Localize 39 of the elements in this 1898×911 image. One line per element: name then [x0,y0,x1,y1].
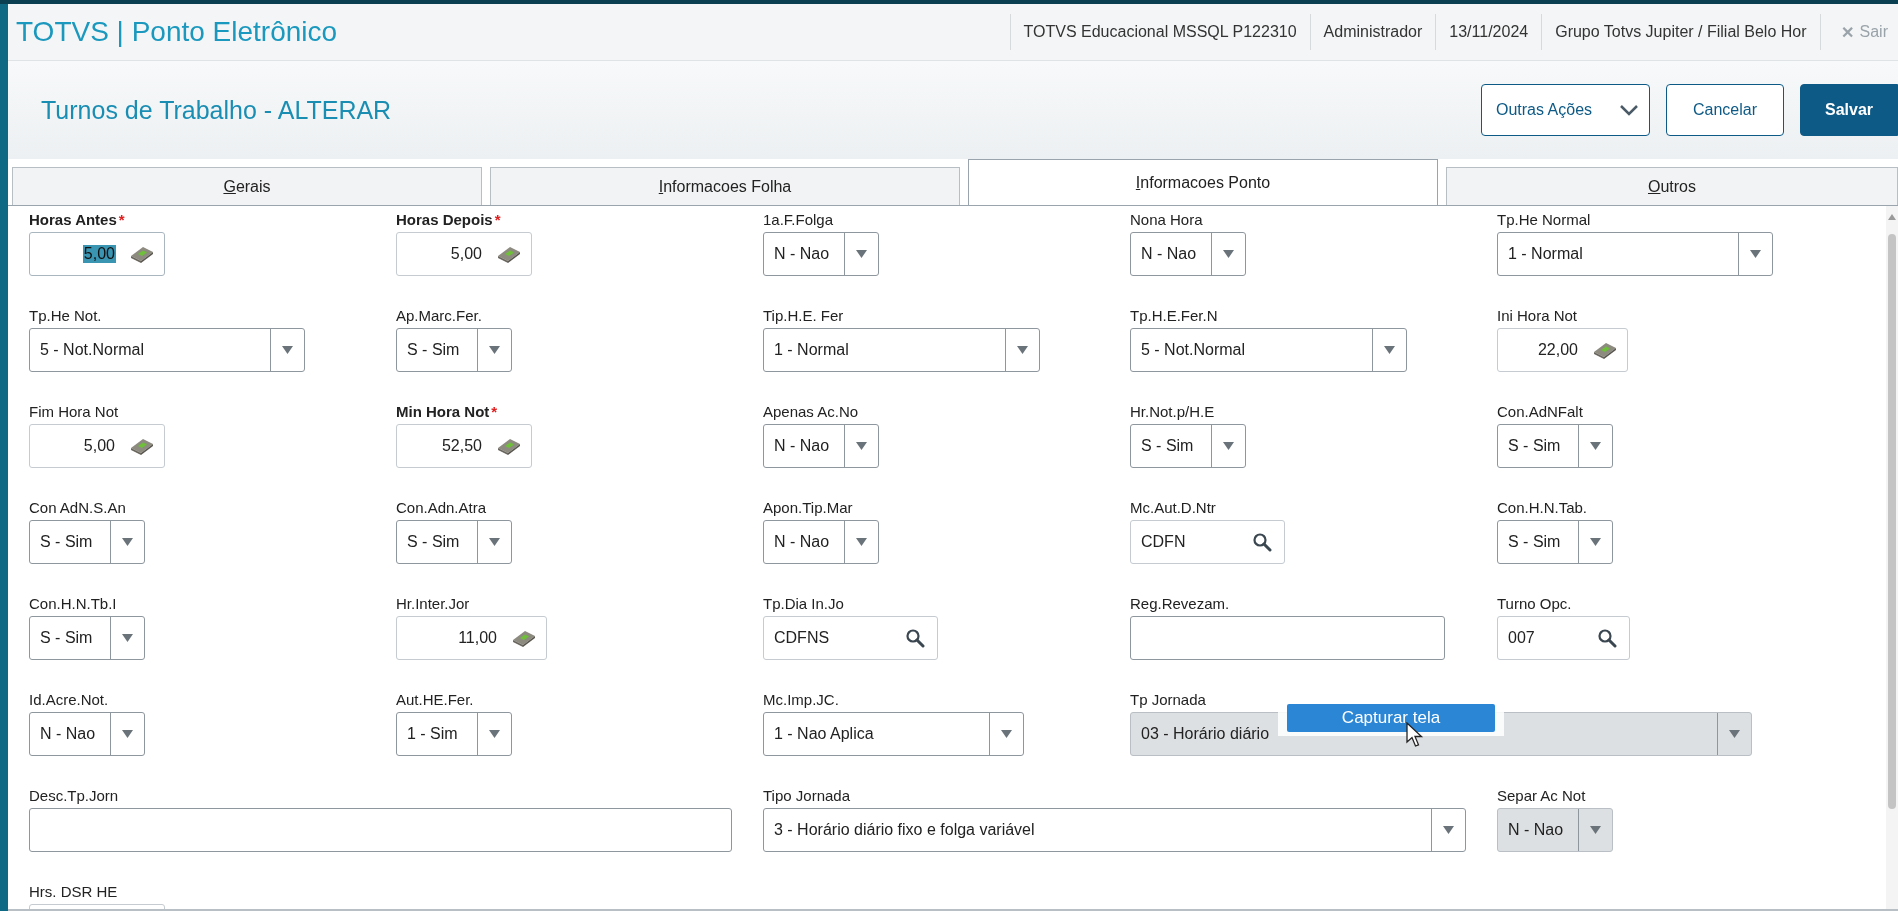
field-label: Apenas Ac.No [763,403,859,421]
field-label: Con.H.N.Tab. [1497,499,1588,517]
field-label: 1a.F.Folga [763,211,834,229]
field-label: Tip.H.E. Fer [763,307,844,325]
field-label: Tp.H.E.Fer.N [1130,307,1218,325]
field-label: Aut.HE.Fer. [396,691,474,709]
header-info: Administrador [1309,14,1436,50]
field-label: Tp.He Not. [29,307,102,325]
field-label: Hrs. DSR HE [29,883,118,901]
field-label: Nona Hora [1130,211,1203,229]
field-label: Apon.Tip.Mar [763,499,853,517]
field-label: Desc.Tp.Jorn [29,787,119,805]
field-label: Mc.Aut.D.Ntr [1130,499,1216,517]
header-info: Grupo Totvs Jupiter / Filial Belo Hor [1541,14,1820,50]
field-label: Con.AdNFalt [1497,403,1583,421]
field-label: Horas Depois* [396,211,501,229]
header-info: TOTVS Educacional MSSQL P122310 [1009,14,1310,50]
app-title: TOTVS | Ponto Eletrônico [15,16,338,48]
field-label: Hr.Inter.Jor [396,595,470,613]
field-label: Tp.He Normal [1497,211,1591,229]
field-label: Tipo Jornada [763,787,850,805]
field-label: Id.Acre.Not. [29,691,109,709]
field-label: Reg.Revezam. [1130,595,1230,613]
field-label: Con.Adn.Atra [396,499,487,517]
field-label: Hr.Not.p/H.E [1130,403,1215,421]
field-label: Separ Ac Not [1497,787,1586,805]
field-label: Fim Hora Not [29,403,119,421]
field-label: Ap.Marc.Fer. [396,307,482,325]
header-info: 13/11/2024 [1435,14,1542,50]
field-label: Tp Jornada [1130,691,1206,709]
field-label: Horas Antes* [29,211,125,229]
field-label: Min Hora Not* [396,403,498,421]
page-title: Turnos de Trabalho - ALTERAR [40,95,392,125]
field-label: Mc.Imp.JC. [763,691,839,709]
field-label: Turno Opc. [1497,595,1572,613]
field-label: Tp.Dia In.Jo [763,595,844,613]
field-label: Ini Hora Not [1497,307,1578,325]
field-label: Con.H.N.Tb.I [29,595,117,613]
field-label: Con AdN.S.An [29,499,126,517]
